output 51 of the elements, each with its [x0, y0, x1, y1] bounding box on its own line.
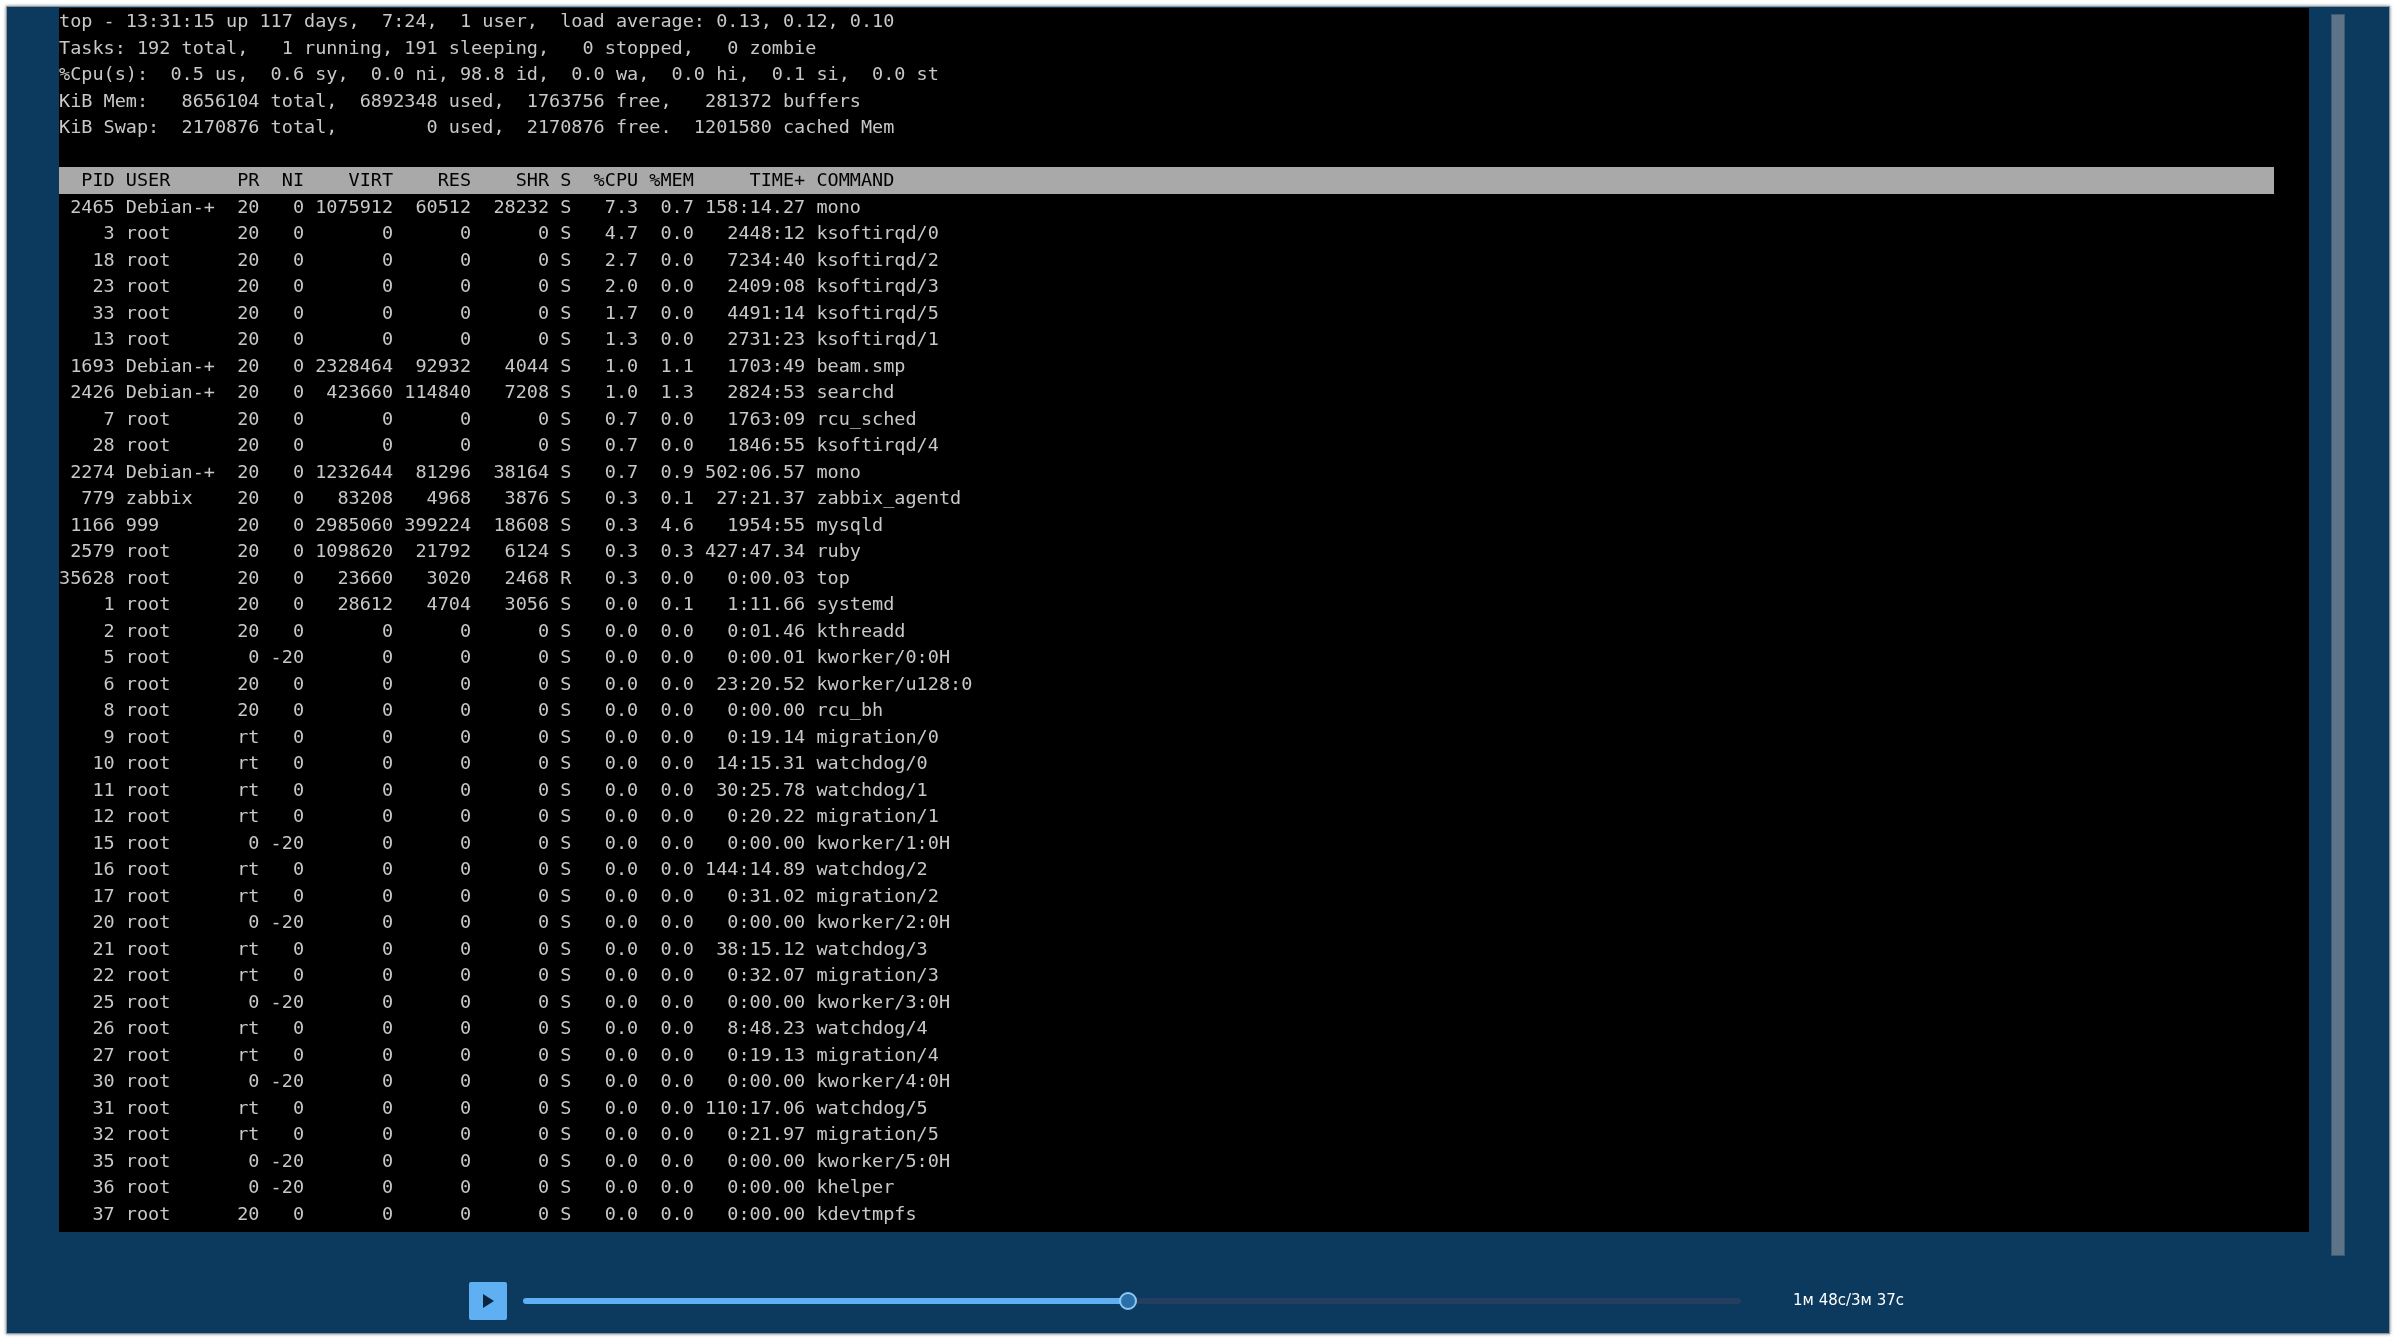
process-row-text: 30 root 0 -20 0 0 0 S 0.0 0.0 0:00.00 kworker/4:0H [91, 1069, 952, 1093]
process-row-text: 1693 Debian-+ 20 0 2328464 92932 4044 S 1.0 1.1 1703:49 beam.smp [69, 353, 907, 378]
process-row-text: 33 root 20 0 0 0 0 S 1.7 0.0 4491:14 ksoftirqd/5 [91, 300, 940, 325]
process-row-text: 20 root 0 -20 0 0 0 S 0.0 0.0 0:00.00 kworker/2:0H [91, 910, 952, 934]
playback-time: 1м 48с/3м 37с [1793, 1290, 1904, 1312]
process-row-text: 10 root rt 0 0 0 0 S 0.0 0.0 14:15.31 watchdog/0 [91, 751, 929, 775]
process-row-text: 2426 Debian-+ 20 0 423660 114840 7208 S 1.0 1.3 2824:53 searchd [69, 380, 896, 404]
process-row-text: 13 root 20 0 0 0 0 S 1.3 0.0 2731:23 ksoftirqd/1 [91, 327, 940, 351]
terminal-line: KiB Swap: 2170876 total, 0 used, 2170876 free. 1201580 cached Mem [59, 115, 896, 139]
process-row-text: 3 root 20 0 0 0 0 S 4.7 0.0 2448:12 ksoftirqd/0 [102, 221, 940, 245]
process-row-text: 1166 999 20 0 2985060 399224 18608 S 0.3 4.6 1954:55 mysqld [69, 512, 885, 537]
process-row-text: 11 root rt 0 0 0 0 S 0.0 0.0 30:25.78 watchdog/1 [91, 777, 929, 802]
process-row-text: 2579 root 20 0 1098620 21792 6124 S 0.3 0.3 427:47.34 ruby [69, 539, 862, 563]
process-row-text: 9 root rt 0 0 0 0 S 0.0 0.0 0:19.14 migration/0 [102, 724, 940, 749]
column-header-bar: PID USER PR NI VIRT RES SHR S %CPU %MEM TIME+ COMMAND [59, 167, 2274, 194]
process-row-text: 2274 Debian-+ 20 0 1232644 81296 38164 S 0.7 0.9 502:06.57 mono [69, 459, 862, 484]
process-row-text: 2465 Debian-+ 20 0 1075912 60512 28232 S 7.3 0.7 158:14.27 mono [69, 194, 862, 219]
progress-track[interactable] [523, 1297, 1741, 1304]
terminal-line: %Cpu(s): 0.5 us, 0.6 sy, 0.0 ni, 98.8 id, 0.0 wa, 0.0 hi, 0.1 si, 0.0 st [59, 62, 940, 86]
process-row-text: 25 root 0 -20 0 0 0 S 0.0 0.0 0:00.00 kworker/3:0H [91, 989, 952, 1014]
process-row-text: 36 root 0 -20 0 0 0 S 0.0 0.0 0:00.00 khelper [91, 1175, 896, 1199]
process-row-text: 26 root rt 0 0 0 0 S 0.0 0.0 8:48.23 watchdog/4 [91, 1016, 929, 1040]
terminal-line: KiB Mem: 8656104 total, 6892348 used, 1763756 free, 281372 buffers [59, 88, 862, 113]
process-row-text: 22 root rt 0 0 0 0 S 0.0 0.0 0:32.07 migration/3 [91, 963, 940, 987]
process-row-text: 27 root rt 0 0 0 0 S 0.0 0.0 0:19.13 migration/4 [91, 1042, 940, 1067]
process-row-text: 37 root 20 0 0 0 0 S 0.0 0.0 0:00.00 kdevtmpfs [91, 1201, 918, 1226]
process-row-text: 32 root rt 0 0 0 0 S 0.0 0.0 0:21.97 migration/5 [91, 1122, 940, 1146]
process-row-text: 15 root 0 -20 0 0 0 S 0.0 0.0 0:00.00 kworker/1:0H [91, 830, 952, 855]
process-row-text: 2 root 20 0 0 0 0 S 0.0 0.0 0:01.46 kthreadd [102, 618, 907, 643]
process-row-text: 21 root rt 0 0 0 0 S 0.0 0.0 38:15.12 watchdog/3 [91, 936, 929, 961]
process-row-text: 1 root 20 0 28612 4704 3056 S 0.0 0.1 1:11.66 systemd [102, 592, 896, 616]
process-row-text: 16 root rt 0 0 0 0 S 0.0 0.0 144:14.89 watchdog/2 [91, 857, 929, 881]
process-row-text: 18 root 20 0 0 0 0 S 2.7 0.0 7234:40 ksoftirqd/2 [91, 247, 940, 272]
process-row-text: 31 root rt 0 0 0 0 S 0.0 0.0 110:17.06 watchdog/5 [91, 1095, 929, 1120]
terminal-line: top - 13:31:15 up 117 days, 7:24, 1 user, load average: 0.13, 0.12, 0.10 [59, 9, 896, 33]
process-row-text: 8 root 20 0 0 0 0 S 0.0 0.0 0:00.00 rcu_bh [102, 698, 885, 722]
process-row-text: 17 root rt 0 0 0 0 S 0.0 0.0 0:31.02 migration/2 [91, 883, 940, 908]
scrollbar[interactable] [2331, 14, 2345, 1256]
process-row-text: 35628 root 20 0 23660 3020 2468 R 0.3 0.0 0:00.03 top [59, 565, 851, 590]
process-row-text: 5 root 0 -20 0 0 0 S 0.0 0.0 0:00.01 kworker/0:0H [102, 645, 952, 669]
terminal-line: Tasks: 192 total, 1 running, 191 sleeping, 0 stopped, 0 zombie [59, 35, 818, 60]
process-row-text: 23 root 20 0 0 0 0 S 2.0 0.0 2409:08 ksoftirqd/3 [91, 274, 940, 298]
process-row-text: 28 root 20 0 0 0 0 S 0.7 0.0 1846:55 ksoftirqd/4 [91, 433, 940, 457]
process-row-text: 7 root 20 0 0 0 0 S 0.7 0.0 1763:09 rcu_sched [102, 406, 918, 431]
play-icon [481, 1292, 495, 1309]
process-row-text: 779 zabbix 20 0 83208 4968 3876 S 0.3 0.1 27:21.37 zabbix_agentd [80, 486, 963, 510]
play-button[interactable] [469, 1281, 507, 1320]
progress-handle[interactable] [1119, 1291, 1138, 1310]
process-row-text: 35 root 0 -20 0 0 0 S 0.0 0.0 0:00.00 kworker/5:0H [91, 1148, 952, 1173]
process-row-text: 12 root rt 0 0 0 0 S 0.0 0.0 0:20.22 migration/1 [91, 804, 940, 828]
process-row-text: 6 root 20 0 0 0 0 S 0.0 0.0 23:20.52 kworker/u128:0 [102, 671, 974, 696]
